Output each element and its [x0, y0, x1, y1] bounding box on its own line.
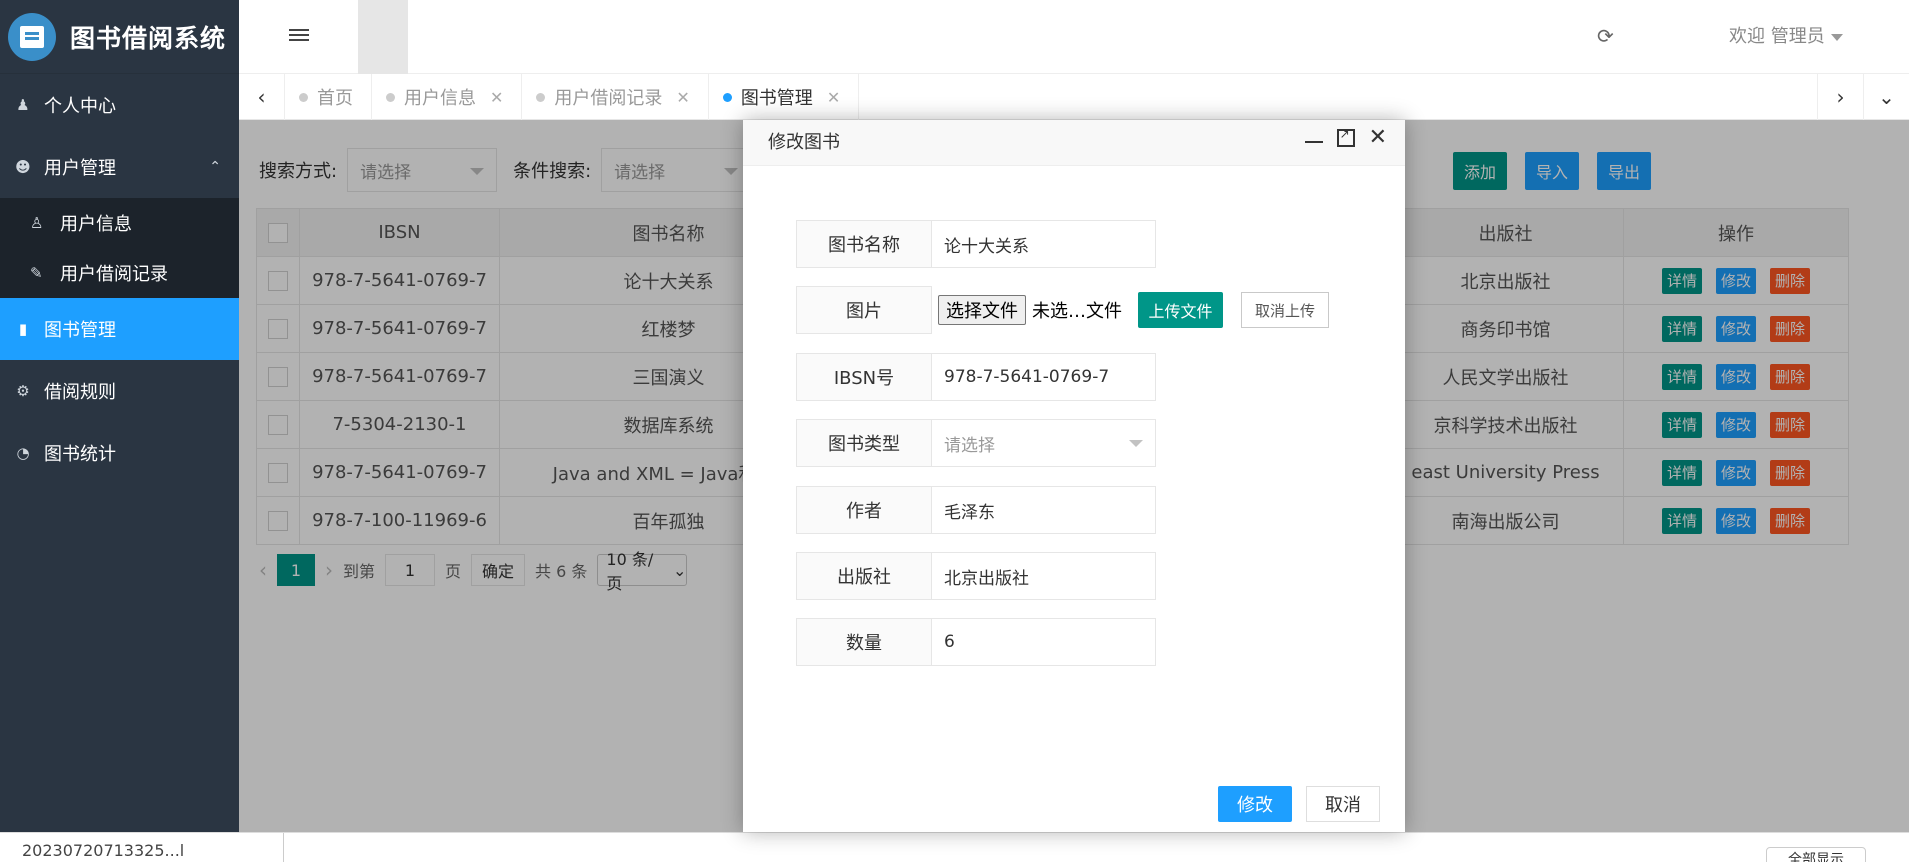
sidebar-item-label: 图书管理	[44, 320, 116, 341]
user-info-icon: ♙	[30, 214, 44, 232]
menu-toggle-icon[interactable]	[289, 26, 309, 44]
tab-dot	[299, 92, 308, 102]
edit-icon: ✎	[30, 264, 43, 282]
sidebar-item-label: 用户管理	[44, 158, 116, 179]
download-divider	[283, 833, 284, 862]
caret-down-icon	[1129, 440, 1143, 447]
tab-right-controls: › ⌄	[1817, 74, 1909, 120]
ibsn-label: IBSN号	[796, 353, 932, 401]
publisher-label: 出版社	[796, 552, 932, 600]
type-placeholder: 请选择	[944, 435, 995, 456]
type-select[interactable]: 请选择	[932, 419, 1156, 467]
tab-dot	[386, 92, 395, 102]
edit-book-dialog: 修改图书 ✕ 图书名称 论十大关系 图片 选择文件 未选…文件 上传文件 取消上…	[743, 120, 1405, 832]
form-row-name: 图书名称 论十大关系	[796, 220, 1156, 268]
close-icon[interactable]: ✕	[1369, 127, 1387, 149]
header-spacer	[358, 0, 408, 74]
tab-borrow-records[interactable]: 用户借阅记录 ✕	[522, 74, 709, 120]
tab-next-icon[interactable]: ›	[1817, 74, 1863, 120]
sidebar-item-label: 借阅规则	[44, 382, 116, 403]
author-input[interactable]: 毛泽东	[932, 486, 1156, 534]
sidebar-item-book-stats[interactable]: ◔ 图书统计	[0, 422, 239, 484]
sidebar-item-book-management[interactable]: ▮ 图书管理	[0, 298, 239, 360]
form-row-quantity: 数量 6	[796, 618, 1156, 666]
choose-file-button[interactable]: 选择文件	[938, 295, 1026, 325]
form-row-publisher: 出版社 北京出版社	[796, 552, 1156, 600]
pie-chart-icon: ◔	[16, 444, 30, 462]
sidebar-item-label: 个人中心	[44, 96, 116, 117]
sidebar: 图书借阅系统 ♟ 个人中心 ☻ 用户管理 ⌃ ♙ 用户信息 ✎ 用户借阅记录 ▮…	[0, 0, 239, 862]
name-input[interactable]: 论十大关系	[932, 220, 1156, 268]
tab-dot	[536, 92, 546, 102]
maximize-icon[interactable]	[1336, 127, 1355, 147]
form-row-ibsn: IBSN号 978-7-5641-0769-7	[796, 353, 1156, 401]
users-icon: ☻	[15, 158, 31, 176]
download-bar: 20230720713325...l 全部显示	[0, 832, 1909, 862]
no-file-text: 未选…文件	[1032, 301, 1122, 322]
chevron-up-icon: ⌃	[209, 159, 221, 175]
close-icon[interactable]: ✕	[676, 88, 689, 107]
sidebar-item-borrow-rules[interactable]: ⚙ 借阅规则	[0, 360, 239, 422]
sidebar-item-profile[interactable]: ♟ 个人中心	[0, 74, 239, 136]
ibsn-input[interactable]: 978-7-5641-0769-7	[932, 353, 1156, 401]
author-label: 作者	[796, 486, 932, 534]
sidebar-item-user-info[interactable]: ♙ 用户信息	[0, 198, 239, 248]
dialog-title: 修改图书	[768, 132, 840, 153]
caret-down-icon	[1830, 33, 1843, 41]
sidebar-item-user-management[interactable]: ☻ 用户管理 ⌃	[0, 136, 239, 198]
sidebar-item-label: 用户信息	[60, 214, 132, 235]
user-management-submenu: ♙ 用户信息 ✎ 用户借阅记录	[0, 198, 239, 298]
quantity-label: 数量	[796, 618, 932, 666]
refresh-icon[interactable]: ⟳	[1597, 24, 1614, 48]
tab-bar: ‹ 首页 用户信息 ✕ 用户借阅记录 ✕ 图书管理 ✕ › ⌄	[239, 74, 1909, 120]
tab-label: 首页	[317, 88, 353, 109]
dialog-footer: 修改 取消	[1218, 786, 1380, 822]
tab-book-management[interactable]: 图书管理 ✕	[709, 74, 860, 120]
submit-edit-button[interactable]: 修改	[1218, 786, 1292, 822]
tab-user-info[interactable]: 用户信息 ✕	[372, 74, 523, 120]
tab-label: 图书管理	[740, 88, 813, 109]
tab-label: 用户信息	[404, 88, 476, 109]
top-header: ⟳ 欢迎 管理员	[239, 0, 1909, 74]
chevron-down-icon[interactable]: ⌄	[1863, 74, 1909, 120]
tab-prev-icon[interactable]: ‹	[239, 74, 285, 120]
download-file[interactable]: 20230720713325...l	[22, 841, 184, 860]
image-label: 图片	[796, 286, 932, 334]
show-all-button[interactable]: 全部显示	[1766, 847, 1866, 862]
gears-icon: ⚙	[16, 382, 30, 400]
name-label: 图书名称	[796, 220, 932, 268]
logo-icon	[8, 12, 56, 61]
welcome-text: 欢迎 管理员	[1729, 26, 1825, 47]
tab-home[interactable]: 首页	[285, 74, 372, 120]
tab-dot	[722, 92, 732, 102]
form-row-image: 图片 选择文件 未选…文件 上传文件 取消上传	[796, 286, 1329, 334]
book-icon: ▮	[18, 320, 28, 338]
dialog-header: 修改图书 ✕	[743, 120, 1405, 166]
logo-bar: 图书借阅系统	[0, 0, 239, 74]
file-upload-area: 选择文件 未选…文件 上传文件 取消上传	[932, 286, 1329, 334]
user-icon: ♟	[16, 96, 30, 114]
tab-label: 用户借阅记录	[554, 88, 663, 109]
form-row-type: 图书类型 请选择	[796, 419, 1156, 467]
user-menu[interactable]: 欢迎 管理员	[1729, 22, 1843, 48]
form-row-author: 作者 毛泽东	[796, 486, 1156, 534]
app-title: 图书借阅系统	[70, 23, 227, 53]
close-icon[interactable]: ✕	[490, 88, 503, 107]
minimize-icon[interactable]	[1304, 141, 1323, 143]
cancel-upload-button[interactable]: 取消上传	[1241, 292, 1329, 328]
cancel-button[interactable]: 取消	[1306, 786, 1380, 822]
quantity-input[interactable]: 6	[932, 618, 1156, 666]
dialog-controls: ✕	[1304, 127, 1387, 149]
sidebar-item-label: 用户借阅记录	[60, 264, 168, 285]
sidebar-item-label: 图书统计	[44, 444, 116, 465]
close-icon[interactable]: ✕	[827, 88, 840, 107]
type-label: 图书类型	[796, 419, 932, 467]
publisher-input[interactable]: 北京出版社	[932, 552, 1156, 600]
sidebar-item-borrow-records[interactable]: ✎ 用户借阅记录	[0, 248, 239, 298]
upload-button[interactable]: 上传文件	[1138, 292, 1223, 328]
